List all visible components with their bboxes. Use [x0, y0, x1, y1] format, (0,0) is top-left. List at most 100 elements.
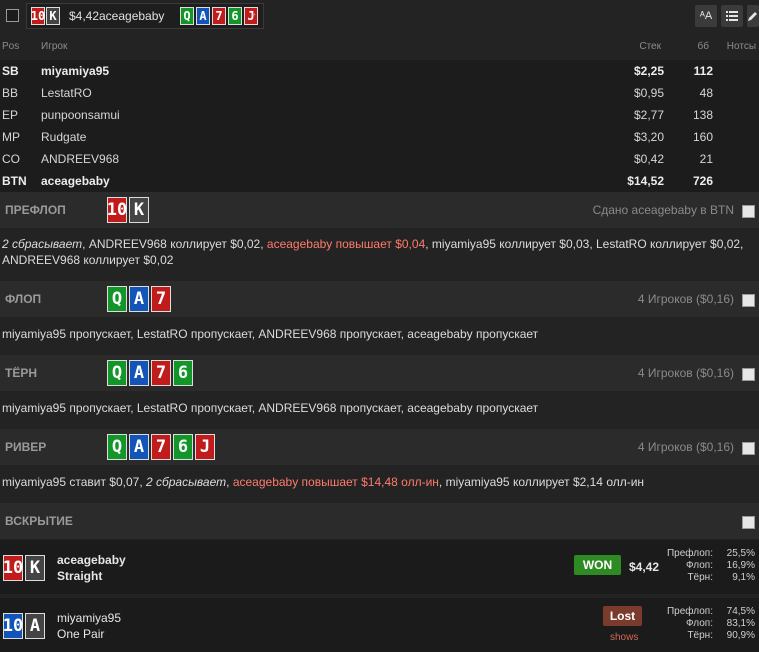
col-notes: Нотсы — [726, 41, 756, 52]
col-bb: бб — [697, 41, 709, 52]
street-cards: 10 K — [107, 197, 149, 223]
card: 7 — [151, 286, 171, 312]
street-title: ФЛОП — [5, 292, 42, 306]
row-pos: BB — [2, 86, 19, 100]
card: 7 — [212, 7, 226, 25]
street-title: ТЁРН — [5, 366, 38, 380]
pencil-icon — [748, 12, 757, 21]
action-raise: aceagebaby повышает $14,48 олл-ин — [232, 475, 439, 489]
card: K — [46, 7, 60, 25]
lost-badge: Lost — [603, 606, 642, 626]
hand-amount: $4,42 — [69, 9, 100, 23]
row-pos: BTN — [2, 174, 27, 188]
row-player: LestatRO — [41, 86, 92, 100]
street-title: РИВЕР — [5, 440, 47, 454]
table-row[interactable]: BTN aceagebaby $14,52 726 — [0, 170, 759, 192]
list-button[interactable] — [721, 5, 743, 27]
hand-player: aceagebaby — [99, 9, 165, 23]
shows-label: shows — [610, 632, 639, 643]
action-raise: aceagebaby повышает $0,04 — [266, 237, 426, 251]
equity-value: 25,5% — [726, 548, 755, 559]
table-row[interactable]: BB LestatRO $0,95 48 — [0, 82, 759, 104]
card: 10 — [3, 613, 23, 639]
table-row[interactable]: MP Rudgate $3,20 160 — [0, 126, 759, 148]
street-info: 4 Игроков ($0,16) — [637, 292, 734, 306]
font-size-icon: ᴬA — [699, 10, 713, 22]
street-info: Сдано aceagebaby в BTN — [592, 203, 734, 217]
select-checkbox[interactable] — [6, 9, 19, 22]
font-size-button[interactable]: ᴬA — [695, 5, 717, 27]
card: J — [195, 434, 215, 460]
winner-equity: Префлоп: 25,5% Флоп: 16,9% Тёрн: 9,1% — [665, 548, 755, 584]
equity-label: Префлоп: — [666, 548, 713, 559]
edit-button[interactable] — [747, 5, 759, 27]
row-stack: $0,95 — [633, 86, 664, 100]
row-pos: EP — [2, 108, 19, 122]
action-text: , ANDREEV968 коллирует $0,02, — [82, 237, 267, 251]
equity-value: 83,1% — [726, 618, 755, 629]
action-text: , miyamiya95 коллирует $0,03, LestatRO к… — [425, 237, 744, 251]
card: Q — [107, 434, 127, 460]
card: 10 — [107, 197, 127, 223]
action-fold: 2 сбрасывает — [2, 237, 83, 251]
street-title: ВСКРЫТИЕ — [5, 514, 73, 528]
row-bb: 160 — [692, 130, 713, 144]
row-player: Rudgate — [41, 130, 87, 144]
table-row[interactable]: CO ANDREEV968 $0,42 21 — [0, 148, 759, 170]
card: A — [196, 7, 210, 25]
street-cards: Q A 7 — [107, 286, 171, 312]
row-bb: 726 — [692, 174, 713, 188]
row-stack: $3,20 — [633, 130, 664, 144]
note-icon[interactable] — [742, 442, 755, 455]
action-fold: 2 сбрасывает — [146, 475, 227, 489]
card: K — [25, 555, 45, 581]
row-pos: SB — [2, 64, 19, 78]
loser-equity: Префлоп: 74,5% Флоп: 83,1% Тёрн: 90,9% — [665, 606, 755, 642]
turn-section-header: ТЁРН Q A 7 6 4 Игроков ($0,16) — [0, 355, 759, 391]
hand-selector-dropdown[interactable]: 10 K $4,42 aceagebaby Q A 7 6 J ⌄ — [26, 3, 264, 29]
note-icon[interactable] — [742, 205, 755, 218]
card: K — [129, 197, 149, 223]
showdown-loser-row: 10 A miyamiya95 One Pair Lost shows Преф… — [0, 598, 759, 652]
winner-cards: 10 K — [3, 555, 45, 581]
col-player: Игрок — [41, 41, 68, 52]
card: 10 — [3, 555, 23, 581]
street-cards: Q A 7 6 — [107, 360, 193, 386]
col-pos: Pos — [2, 41, 20, 52]
list-icon — [726, 11, 738, 21]
note-icon[interactable] — [742, 368, 755, 381]
loser-name: miyamiya95 — [57, 611, 122, 625]
row-player: ANDREEV968 — [41, 152, 120, 166]
row-stack: $14,52 — [627, 174, 664, 188]
card: A — [25, 613, 45, 639]
row-player: punpoonsamui — [41, 108, 120, 122]
winner-hand: Straight — [57, 569, 103, 583]
col-stack: Стек — [639, 41, 661, 52]
equity-label: Флоп: — [686, 618, 713, 629]
equity-label: Префлоп: — [666, 606, 713, 617]
equity-value: 74,5% — [726, 606, 755, 617]
chevron-down-icon: ⌄ — [249, 8, 258, 19]
won-badge: WON — [574, 555, 621, 575]
hero-cards: 10 K — [31, 7, 60, 25]
row-player: aceagebaby — [41, 174, 110, 188]
note-icon[interactable] — [742, 516, 755, 529]
board-cards: Q A 7 6 J — [180, 7, 258, 25]
card: A — [129, 286, 149, 312]
note-icon[interactable] — [742, 294, 755, 307]
row-bb: 112 — [693, 64, 713, 78]
equity-label: Тёрн: — [687, 572, 713, 583]
winner-name: aceagebaby — [57, 553, 126, 567]
card: 7 — [151, 360, 171, 386]
street-info: 4 Игроков ($0,16) — [637, 440, 734, 454]
action-text: , — [226, 475, 233, 489]
card: 7 — [151, 434, 171, 460]
action-text: ANDREEV968 коллирует $0,02 — [2, 253, 174, 267]
equity-label: Тёрн: — [687, 630, 713, 641]
row-bb: 138 — [692, 108, 713, 122]
equity-label: Флоп: — [686, 560, 713, 571]
table-row[interactable]: SB miyamiya95 $2,25 112 — [0, 60, 759, 82]
table-row[interactable]: EP punpoonsamui $2,77 138 — [0, 104, 759, 126]
preflop-section-header: ПРЕФЛОП 10 K Сдано aceagebaby в BTN — [0, 192, 759, 228]
row-bb: 21 — [699, 152, 713, 166]
